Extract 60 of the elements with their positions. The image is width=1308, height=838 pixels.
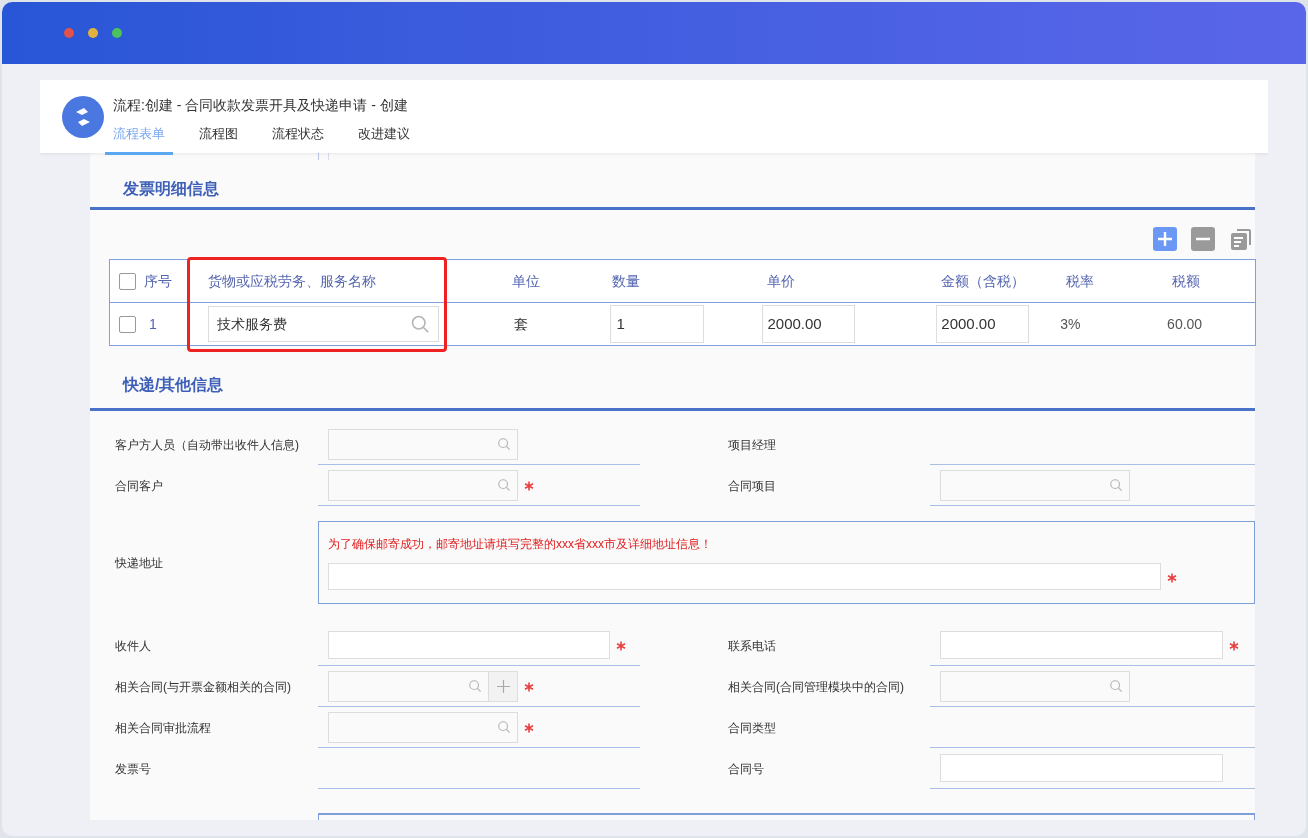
- copy-row-button[interactable]: [1229, 227, 1253, 251]
- input-field[interactable]: 2000.00: [762, 305, 856, 343]
- table-cell: 套: [513, 315, 528, 332]
- input-field[interactable]: [328, 631, 610, 659]
- checkbox[interactable]: [119, 315, 136, 333]
- field-label: 相关合同(与开票金额相关的合同): [115, 678, 291, 695]
- search-icon[interactable]: [1109, 478, 1123, 492]
- table-cell: 3%: [1060, 315, 1081, 332]
- hint-text: 为了确保邮寄成功，邮寄地址请填写完整的xxx省xxx市及详细地址信息！: [328, 536, 713, 553]
- remove-row-button[interactable]: [1191, 227, 1215, 251]
- column-header: 税率: [1066, 272, 1095, 289]
- column-header: 序号: [144, 271, 172, 291]
- column-header: 单价: [767, 272, 796, 289]
- search-icon[interactable]: [409, 314, 430, 334]
- input-field[interactable]: 1: [609, 305, 704, 343]
- lookup-field[interactable]: [328, 428, 518, 460]
- column-header: 税额: [1172, 272, 1201, 289]
- input-field[interactable]: 2000.00: [936, 305, 1030, 343]
- lookup-field[interactable]: [328, 469, 518, 501]
- field-label: 发票号: [115, 760, 151, 777]
- input-field[interactable]: [328, 563, 1161, 590]
- search-icon[interactable]: [468, 679, 482, 693]
- field-label: 合同项目: [728, 477, 776, 494]
- field-label: 合同号: [728, 760, 764, 777]
- input-field[interactable]: [940, 754, 1223, 782]
- input-field[interactable]: 技术服务费: [207, 306, 439, 342]
- column-header: 货物或应税劳务、服务名称: [207, 272, 376, 289]
- search-icon[interactable]: [497, 478, 511, 492]
- field-label: 相关合同审批流程: [115, 719, 211, 736]
- field-label: 合同类型: [728, 719, 776, 736]
- field-label: 客户方人员（自动带出收件人信息): [115, 436, 299, 453]
- add-icon[interactable]: [488, 671, 517, 701]
- row-number: 1: [149, 314, 157, 334]
- column-header: 单位: [511, 272, 540, 289]
- search-icon[interactable]: [1109, 679, 1123, 693]
- input-field[interactable]: [940, 631, 1223, 659]
- lookup-field[interactable]: [940, 670, 1130, 702]
- field-label: 联系电话: [728, 637, 776, 654]
- search-icon[interactable]: [497, 720, 511, 734]
- field-label: 快递地址: [115, 554, 163, 572]
- logo-icon: [62, 96, 104, 138]
- lookup-field[interactable]: [328, 670, 518, 702]
- tab[interactable]: 流程图: [191, 124, 246, 155]
- table-cell: 60.00: [1167, 315, 1203, 332]
- field-label: 收件人: [115, 637, 151, 654]
- section-title: 发票明细信息: [122, 179, 220, 199]
- tab[interactable]: 改进建议: [350, 124, 418, 155]
- search-icon[interactable]: [497, 437, 511, 451]
- field-label: 合同客户: [115, 477, 163, 494]
- section-title: 快递/其他信息: [121, 375, 225, 395]
- lookup-field[interactable]: [940, 469, 1130, 501]
- field-label: 相关合同(合同管理模块中的合同): [728, 678, 904, 695]
- field-label: 项目经理: [728, 436, 776, 453]
- column-header: 数量: [611, 272, 640, 289]
- tab[interactable]: 流程状态: [264, 124, 332, 155]
- column-header: 金额（含税）: [941, 272, 1026, 289]
- page-title: 流程:创建 - 合同收款发票开具及快递申请 - 创建: [113, 96, 409, 115]
- add-row-button[interactable]: [1153, 227, 1177, 251]
- lookup-field[interactable]: [328, 711, 518, 743]
- checkbox[interactable]: [119, 272, 136, 290]
